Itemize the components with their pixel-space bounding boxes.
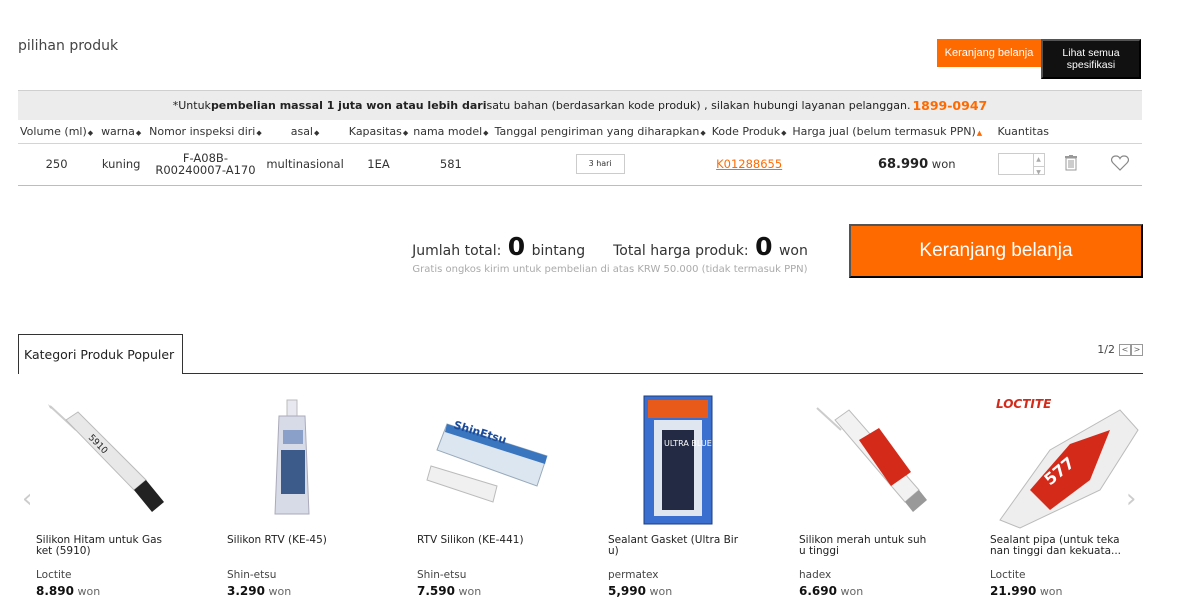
total-price: Total harga produk: 0 won	[613, 232, 808, 261]
product-price: 7.590 won	[417, 584, 482, 598]
cell-warna: kuning	[95, 143, 148, 186]
carousel-prev-icon[interactable]: ‹	[22, 484, 32, 514]
notice-middle: satu bahan (berdasarkan kode produk) , s…	[486, 99, 911, 112]
add-to-cart-button[interactable]: Keranjang belanja	[849, 224, 1143, 278]
product-image[interactable]: ShinEtsu	[417, 390, 567, 530]
sort-icon: ◆	[135, 129, 142, 138]
product-brand: Shin-etsu	[227, 569, 277, 581]
notice-bold: pembelian massal 1 juta won atau lebih d…	[210, 99, 487, 112]
product-price: 21.990 won	[990, 584, 1063, 598]
sort-icon: ◆	[314, 129, 320, 138]
product-name[interactable]: Silikon merah untuk suh u tinggi	[799, 535, 931, 559]
product-name[interactable]: Sealant pipa (untuk teka nan tinggi dan …	[990, 535, 1122, 559]
product-card[interactable]: LOCTITE 577 Sealant pipa (untuk teka nan…	[990, 390, 1140, 598]
cell-actions	[1052, 143, 1142, 186]
tab-popular-categories[interactable]: Kategori Produk Populer	[18, 334, 183, 374]
cell-volume: 250	[18, 143, 96, 186]
product-brand: hadex	[799, 569, 832, 581]
quantity-stepper[interactable]: ▲ ▼	[1033, 153, 1045, 176]
product-image[interactable]	[799, 390, 949, 530]
cell-tanggal: 3 hari	[491, 143, 710, 186]
table-row: 250 kuning F-A08B-R00240007-A170 multina…	[18, 143, 1142, 186]
product-name[interactable]: Silikon RTV (KE-45)	[227, 535, 359, 559]
table-header-row: Volume (ml)◆ warna◆ Nomor inspeksi diri◆…	[18, 121, 1142, 144]
section-title: pilihan produk	[18, 38, 119, 54]
sort-icon: ◆	[483, 129, 489, 138]
product-image[interactable]: 5910	[36, 390, 186, 530]
sort-icon: ◆	[87, 129, 94, 138]
col-nomor[interactable]: Nomor inspeksi diri◆	[147, 121, 264, 144]
total-quantity: Jumlah total: 0 bintang	[412, 232, 586, 261]
prev-arrow-icon[interactable]: <	[1119, 343, 1131, 356]
spec-table: Volume (ml)◆ warna◆ Nomor inspeksi diri◆…	[18, 121, 1142, 186]
col-actions	[1052, 121, 1142, 144]
trash-icon[interactable]	[1065, 155, 1078, 171]
col-volume[interactable]: Volume (ml)◆	[18, 121, 96, 144]
product-brand: Shin-etsu	[417, 569, 467, 581]
col-asal[interactable]: asal◆	[263, 121, 347, 144]
product-image[interactable]	[227, 390, 377, 530]
cell-kode: K01288655	[709, 143, 790, 186]
cell-kapasitas: 1EA	[346, 143, 411, 186]
price-value: 68.990	[877, 156, 929, 172]
next-arrow-icon[interactable]: >	[1131, 343, 1143, 356]
product-image[interactable]: ULTRA BLUE	[608, 390, 758, 530]
product-image[interactable]: LOCTITE 577	[990, 390, 1140, 530]
notice-prefix: *Untuk	[172, 99, 211, 112]
product-price: 5,990 won	[608, 584, 673, 598]
col-warna[interactable]: warna◆	[95, 121, 148, 144]
stepper-up-icon[interactable]: ▲	[1034, 154, 1044, 166]
product-price: 6.690 won	[799, 584, 864, 598]
product-brand: Loctite	[990, 569, 1026, 581]
tab-divider	[18, 373, 1143, 374]
sort-icon: ◆	[781, 129, 787, 138]
col-harga[interactable]: Harga jual (belum termasuk PPN)▲	[789, 121, 986, 144]
price-currency: won	[931, 156, 956, 171]
product-card[interactable]: ULTRA BLUE Sealant Gasket (Ultra Bir u) …	[608, 390, 758, 598]
sort-icon: ◆	[700, 129, 706, 138]
col-kuantitas: Kuantitas	[985, 121, 1052, 144]
order-summary: Jumlah total: 0 bintang Total harga prod…	[380, 232, 840, 275]
col-tanggal[interactable]: Tanggal pengiriman yang diharapkan◆	[491, 121, 710, 144]
product-brand: permatex	[608, 569, 659, 581]
cell-kuantitas: ▲ ▼	[985, 143, 1052, 186]
cell-harga: 68.990 won	[789, 143, 986, 186]
product-brand: Loctite	[36, 569, 72, 581]
add-to-cart-small-button[interactable]: Keranjang belanja	[937, 39, 1041, 67]
col-kapasitas[interactable]: Kapasitas◆	[346, 121, 411, 144]
view-all-specs-button[interactable]: Lihat semua spesifikasi	[1041, 39, 1141, 79]
delivery-badge: 3 hari	[575, 154, 625, 174]
product-card[interactable]: 5910 Silikon Hitam untuk Gas ket (5910) …	[36, 390, 186, 598]
product-card[interactable]: Silikon merah untuk suh u tinggi hadex 6…	[799, 390, 949, 598]
support-phone: 1899-0947	[912, 98, 988, 113]
product-code-link[interactable]: K01288655	[716, 157, 782, 171]
top-buttons: Keranjang belanja Lihat semua spesifikas…	[937, 39, 1141, 79]
sort-icon: ◆	[402, 129, 409, 138]
product-name[interactable]: Silikon Hitam untuk Gas ket (5910)	[36, 535, 168, 559]
image-label: ULTRA BLUE	[664, 439, 712, 448]
col-model[interactable]: nama model◆	[410, 121, 492, 144]
sort-icon: ◆	[256, 129, 262, 138]
cell-nomor: F-A08B-R00240007-A170	[147, 143, 264, 186]
quantity-input[interactable]	[997, 153, 1034, 175]
pager: 1/2 < >	[1097, 343, 1143, 356]
sort-asc-icon: ▲	[976, 129, 983, 138]
shipping-note: Gratis ongkos kirim untuk pembelian di a…	[412, 264, 808, 275]
product-name[interactable]: RTV Silikon (KE-441)	[417, 535, 549, 559]
heart-icon[interactable]	[1110, 155, 1129, 171]
product-card[interactable]: Silikon RTV (KE-45) Shin-etsu 3.290 won	[227, 390, 377, 598]
stepper-down-icon[interactable]: ▼	[1033, 166, 1044, 179]
product-card[interactable]: ShinEtsu RTV Silikon (KE-441) Shin-etsu …	[417, 390, 567, 598]
cell-model: 581	[410, 143, 492, 186]
product-price: 3.290 won	[227, 584, 292, 598]
product-name[interactable]: Sealant Gasket (Ultra Bir u)	[608, 535, 740, 559]
product-price: 8.890 won	[36, 584, 101, 598]
pager-text: 1/2	[1097, 343, 1115, 356]
col-kode[interactable]: Kode Produk◆	[709, 121, 790, 144]
image-label: LOCTITE	[996, 397, 1052, 411]
bulk-purchase-notice: *Untuk pembelian massal 1 juta won atau …	[18, 90, 1142, 120]
cell-asal: multinasional	[263, 143, 347, 186]
